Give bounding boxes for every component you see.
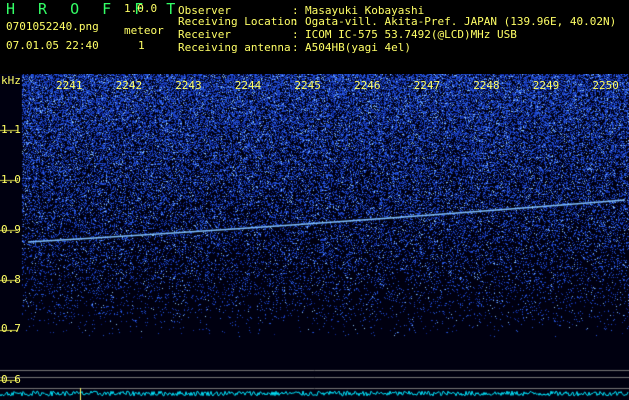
- x-tick-label: 2249: [532, 79, 560, 92]
- spectrogram-canvas: [0, 74, 629, 400]
- capture-datetime: 07.01.05 22:40: [6, 39, 99, 52]
- x-tick-label: 2241: [56, 79, 83, 92]
- receiver-sep: :: [292, 28, 299, 41]
- receiver-value: ICOM IC-575 53.7492(@LCD)MHz USB: [305, 28, 517, 41]
- y-tick-label: 0.7: [1, 322, 21, 335]
- x-tick-label: 2247: [413, 79, 441, 92]
- location-value: Ogata-vill. Akita-Pref. JAPAN (139.96E, …: [305, 15, 617, 28]
- x-tick-label: 2242: [115, 79, 143, 92]
- app-version: 1.0.0: [124, 2, 158, 15]
- x-tick-label: 2243: [175, 79, 202, 92]
- y-tick-label: 0.8: [1, 273, 21, 286]
- meteor-label: meteor: [124, 24, 164, 37]
- meteor-count: 1: [138, 39, 145, 52]
- y-tick-label: 1.1: [1, 123, 21, 136]
- x-tick-label: 2246: [354, 79, 381, 92]
- y-axis-unit: kHz: [1, 74, 21, 87]
- y-tick-label: 0.6: [1, 373, 21, 386]
- x-tick-label: 2245: [294, 79, 321, 92]
- location-sep: :: [292, 15, 299, 28]
- antenna-sep: :: [292, 41, 299, 54]
- location-key: Receiving Location: [178, 15, 298, 28]
- antenna-value: A504HB(yagi 4el): [305, 41, 411, 54]
- y-tick-label: 1.0: [1, 173, 21, 186]
- receiver-key: Receiver: [178, 28, 231, 41]
- x-tick-label: 2248: [473, 79, 500, 92]
- x-tick-label: 2250: [592, 79, 619, 92]
- y-tick-label: 0.9: [1, 223, 21, 236]
- file-name: 0701052240.png: [6, 20, 99, 33]
- antenna-key: Receiving antenna: [178, 41, 291, 54]
- x-tick-label: 2244: [234, 79, 262, 92]
